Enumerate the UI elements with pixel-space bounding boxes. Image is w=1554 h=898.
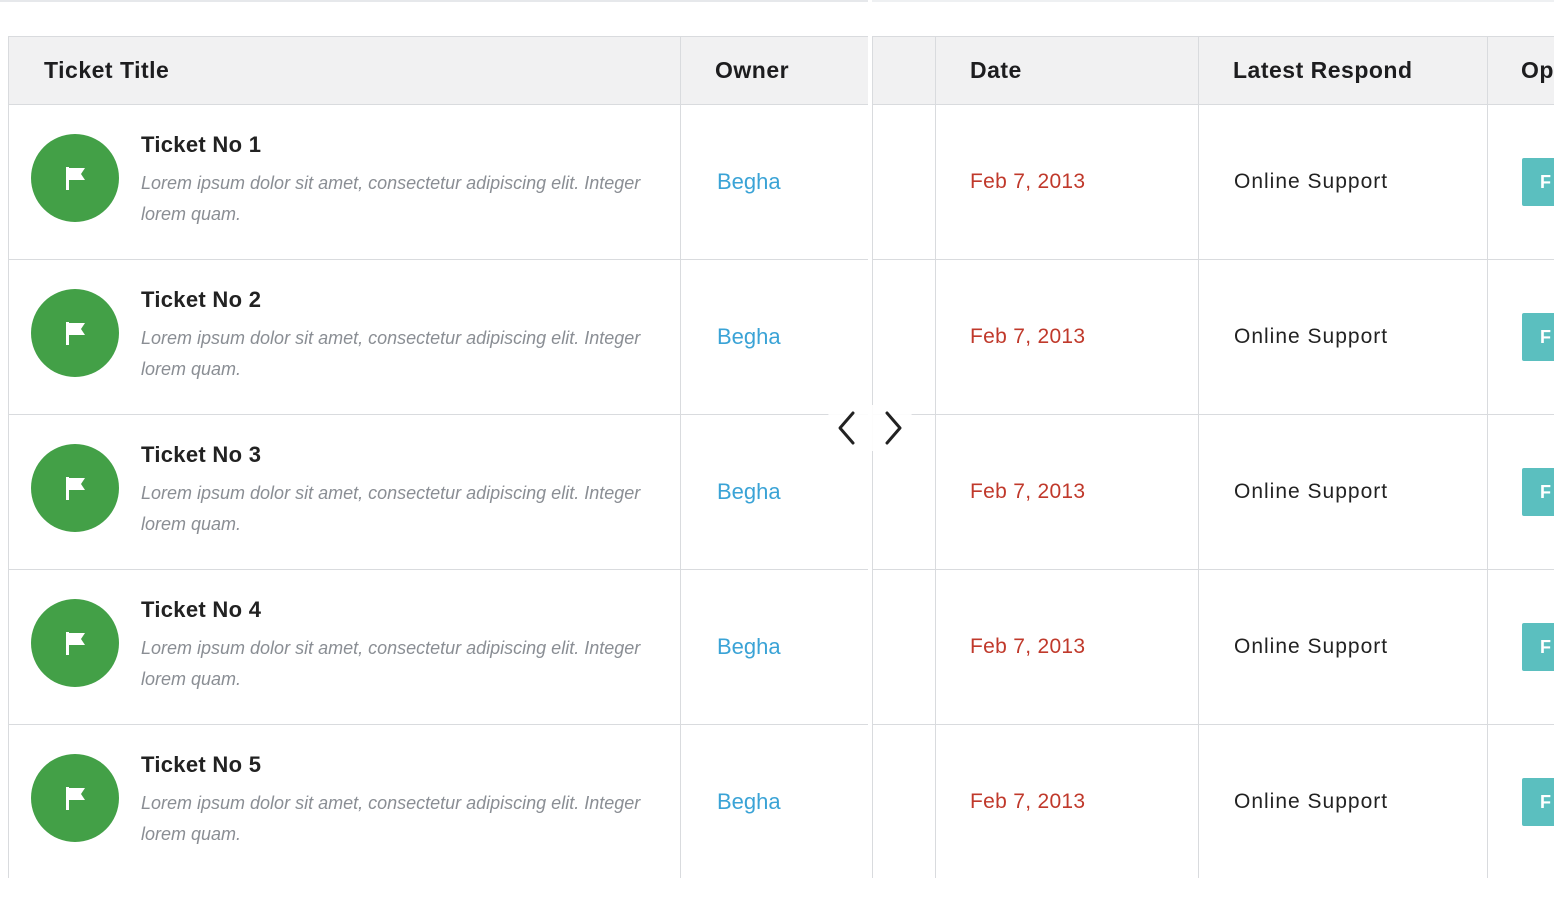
date-cell: Feb 7, 2013 — [935, 569, 1199, 725]
respond-cell: Online Support — [1198, 259, 1488, 415]
header-owner[interactable]: Owner — [680, 36, 868, 105]
header-latest-respond[interactable]: Latest Respond — [1198, 36, 1488, 105]
owner-link[interactable]: Begha — [681, 324, 781, 349]
flag-icon — [31, 444, 119, 532]
table-scroll-nav — [824, 405, 916, 451]
latest-respond: Online Support — [1234, 635, 1389, 658]
flag-icon — [31, 289, 119, 377]
header-operation[interactable]: Op — [1487, 36, 1554, 105]
owner-cell: Begha — [680, 569, 868, 725]
flag-icon — [31, 134, 119, 222]
ticket-cell: Ticket No 3 Lorem ipsum dolor sit amet, … — [8, 414, 681, 570]
spacer-cell — [872, 724, 936, 878]
respond-cell: Online Support — [1198, 569, 1488, 725]
op-cell: F — [1487, 724, 1554, 878]
flag-icon — [31, 599, 119, 687]
table-row[interactable]: Ticket No 1 Lorem ipsum dolor sit amet, … — [8, 104, 868, 260]
flag-icon — [31, 754, 119, 842]
ticket-date: Feb 7, 2013 — [970, 635, 1086, 658]
ticket-title[interactable]: Ticket No 3 — [141, 442, 661, 468]
date-cell: Feb 7, 2013 — [935, 259, 1199, 415]
owner-cell: Begha — [680, 104, 868, 260]
ticket-title[interactable]: Ticket No 2 — [141, 287, 661, 313]
operation-button[interactable]: F — [1522, 623, 1554, 671]
ticket-description: Lorem ipsum dolor sit amet, consectetur … — [141, 328, 641, 379]
ticket-table-left: Ticket Title Owner Ticket No 1 Lorem ips… — [8, 36, 868, 878]
ticket-title[interactable]: Ticket No 5 — [141, 752, 661, 778]
op-cell: F — [1487, 104, 1554, 260]
header-spacer — [872, 36, 936, 105]
latest-respond: Online Support — [1234, 325, 1389, 348]
ticket-date: Feb 7, 2013 — [970, 325, 1086, 348]
table-row[interactable]: Feb 7, 2013 Online Support F — [872, 724, 1554, 878]
ticket-title[interactable]: Ticket No 4 — [141, 597, 661, 623]
owner-link[interactable]: Begha — [681, 169, 781, 194]
op-cell: F — [1487, 414, 1554, 570]
owner-link[interactable]: Begha — [681, 634, 781, 659]
header-ticket-title[interactable]: Ticket Title — [8, 36, 681, 105]
chevron-right-icon[interactable] — [882, 410, 904, 446]
spacer-cell — [872, 104, 936, 260]
owner-cell: Begha — [680, 724, 868, 878]
table-row[interactable]: Ticket No 3 Lorem ipsum dolor sit amet, … — [8, 414, 868, 570]
ticket-date: Feb 7, 2013 — [970, 170, 1086, 193]
header-date[interactable]: Date — [935, 36, 1199, 105]
table-row[interactable]: Feb 7, 2013 Online Support F — [872, 104, 1554, 260]
latest-respond: Online Support — [1234, 480, 1389, 503]
table-header-row: Date Latest Respond Op — [872, 36, 1554, 105]
owner-cell: Begha — [680, 259, 868, 415]
owner-link[interactable]: Begha — [681, 789, 781, 814]
top-divider-left — [0, 0, 868, 2]
op-cell: F — [1487, 259, 1554, 415]
ticket-date: Feb 7, 2013 — [970, 480, 1086, 503]
op-cell: F — [1487, 569, 1554, 725]
spacer-cell — [872, 259, 936, 415]
ticket-cell: Ticket No 2 Lorem ipsum dolor sit amet, … — [8, 259, 681, 415]
date-cell: Feb 7, 2013 — [935, 104, 1199, 260]
respond-cell: Online Support — [1198, 414, 1488, 570]
latest-respond: Online Support — [1234, 790, 1389, 813]
ticket-cell: Ticket No 1 Lorem ipsum dolor sit amet, … — [8, 104, 681, 260]
table-row[interactable]: Ticket No 2 Lorem ipsum dolor sit amet, … — [8, 259, 868, 415]
table-row[interactable]: Feb 7, 2013 Online Support F — [872, 569, 1554, 725]
date-cell: Feb 7, 2013 — [935, 414, 1199, 570]
table-row[interactable]: Ticket No 5 Lorem ipsum dolor sit amet, … — [8, 724, 868, 878]
table-row[interactable]: Feb 7, 2013 Online Support F — [872, 414, 1554, 570]
respond-cell: Online Support — [1198, 724, 1488, 878]
ticket-description: Lorem ipsum dolor sit amet, consectetur … — [141, 483, 641, 534]
ticket-date: Feb 7, 2013 — [970, 790, 1086, 813]
operation-button[interactable]: F — [1522, 158, 1554, 206]
top-divider-right — [872, 0, 1554, 2]
chevron-left-icon[interactable] — [836, 410, 858, 446]
ticket-table-right-pane[interactable]: Date Latest Respond Op Feb 7, 2013 Onlin… — [872, 36, 1554, 878]
table-row[interactable]: Feb 7, 2013 Online Support F — [872, 259, 1554, 415]
ticket-table-right: Date Latest Respond Op Feb 7, 2013 Onlin… — [872, 36, 1554, 878]
ticket-cell: Ticket No 5 Lorem ipsum dolor sit amet, … — [8, 724, 681, 878]
operation-button[interactable]: F — [1522, 313, 1554, 361]
ticket-table-left-pane[interactable]: Ticket Title Owner Ticket No 1 Lorem ips… — [8, 36, 868, 878]
owner-link[interactable]: Begha — [681, 479, 781, 504]
ticket-description: Lorem ipsum dolor sit amet, consectetur … — [141, 638, 641, 689]
table-header-row: Ticket Title Owner — [8, 36, 868, 105]
respond-cell: Online Support — [1198, 104, 1488, 260]
operation-button[interactable]: F — [1522, 778, 1554, 826]
latest-respond: Online Support — [1234, 170, 1389, 193]
date-cell: Feb 7, 2013 — [935, 724, 1199, 878]
table-row[interactable]: Ticket No 4 Lorem ipsum dolor sit amet, … — [8, 569, 868, 725]
ticket-description: Lorem ipsum dolor sit amet, consectetur … — [141, 793, 641, 844]
ticket-description: Lorem ipsum dolor sit amet, consectetur … — [141, 173, 641, 224]
ticket-cell: Ticket No 4 Lorem ipsum dolor sit amet, … — [8, 569, 681, 725]
spacer-cell — [872, 569, 936, 725]
operation-button[interactable]: F — [1522, 468, 1554, 516]
ticket-title[interactable]: Ticket No 1 — [141, 132, 661, 158]
